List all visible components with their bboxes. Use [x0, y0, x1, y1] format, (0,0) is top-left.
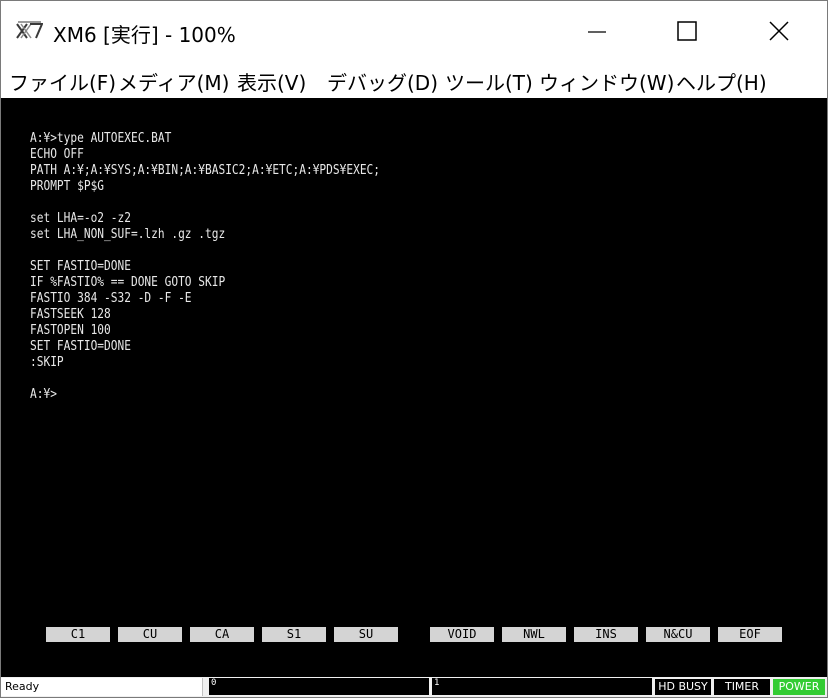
- close-button[interactable]: [749, 5, 809, 57]
- function-key-su: SU: [334, 627, 398, 642]
- xm6-logo-icon: [16, 21, 43, 39]
- power-indicator: POWER: [773, 679, 825, 695]
- emulator-screen[interactable]: A:¥>type AUTOEXEC.BAT ECHO OFF PATH A:¥;…: [1, 98, 827, 677]
- maximize-button[interactable]: [657, 5, 717, 57]
- window-title: XM6 [実行] - 100%: [53, 23, 236, 47]
- function-key-c1: C1: [46, 627, 110, 642]
- maximize-icon: [677, 21, 697, 41]
- menu-debug[interactable]: デバッグ(D): [327, 67, 438, 96]
- status-bar: Ready 0 1 HD BUSY TIMER POWER: [1, 677, 827, 697]
- menu-help[interactable]: ヘルプ(H): [676, 67, 767, 96]
- function-key-ins: INS: [574, 627, 638, 642]
- status-drive-0: 0: [209, 678, 429, 695]
- app-window: XM6 [実行] - 100% ファイル(F) メディア(M) 表示(V) デバ…: [0, 0, 828, 698]
- status-ready-text: Ready: [1, 678, 203, 696]
- timer-indicator: TIMER: [714, 679, 770, 695]
- menu-media[interactable]: メディア(M): [118, 67, 229, 96]
- hd-busy-indicator: HD BUSY: [655, 679, 711, 695]
- menu-window[interactable]: ウィンドウ(W): [539, 67, 674, 96]
- menu-file[interactable]: ファイル(F): [9, 67, 116, 96]
- menu-tools[interactable]: ツール(T): [445, 67, 533, 96]
- status-drive-1: 1: [432, 678, 652, 695]
- function-key-ca: CA: [190, 627, 254, 642]
- terminal-output: A:¥>type AUTOEXEC.BAT ECHO OFF PATH A:¥;…: [30, 131, 381, 402]
- function-key-s1: S1: [262, 627, 326, 642]
- close-icon: [769, 21, 789, 41]
- minimize-button[interactable]: [567, 5, 627, 57]
- function-key-cu: CU: [118, 627, 182, 642]
- menu-bar: ファイル(F) メディア(M) 表示(V) デバッグ(D) ツール(T) ウィン…: [1, 61, 827, 97]
- menu-view[interactable]: 表示(V): [237, 67, 306, 96]
- function-key-eof: EOF: [718, 627, 782, 642]
- minimize-icon: [588, 31, 606, 33]
- title-bar[interactable]: XM6 [実行] - 100%: [1, 1, 827, 61]
- function-key-void: VOID: [430, 627, 494, 642]
- function-key-nwl: NWL: [502, 627, 566, 642]
- function-key-ncu: N&CU: [646, 627, 710, 642]
